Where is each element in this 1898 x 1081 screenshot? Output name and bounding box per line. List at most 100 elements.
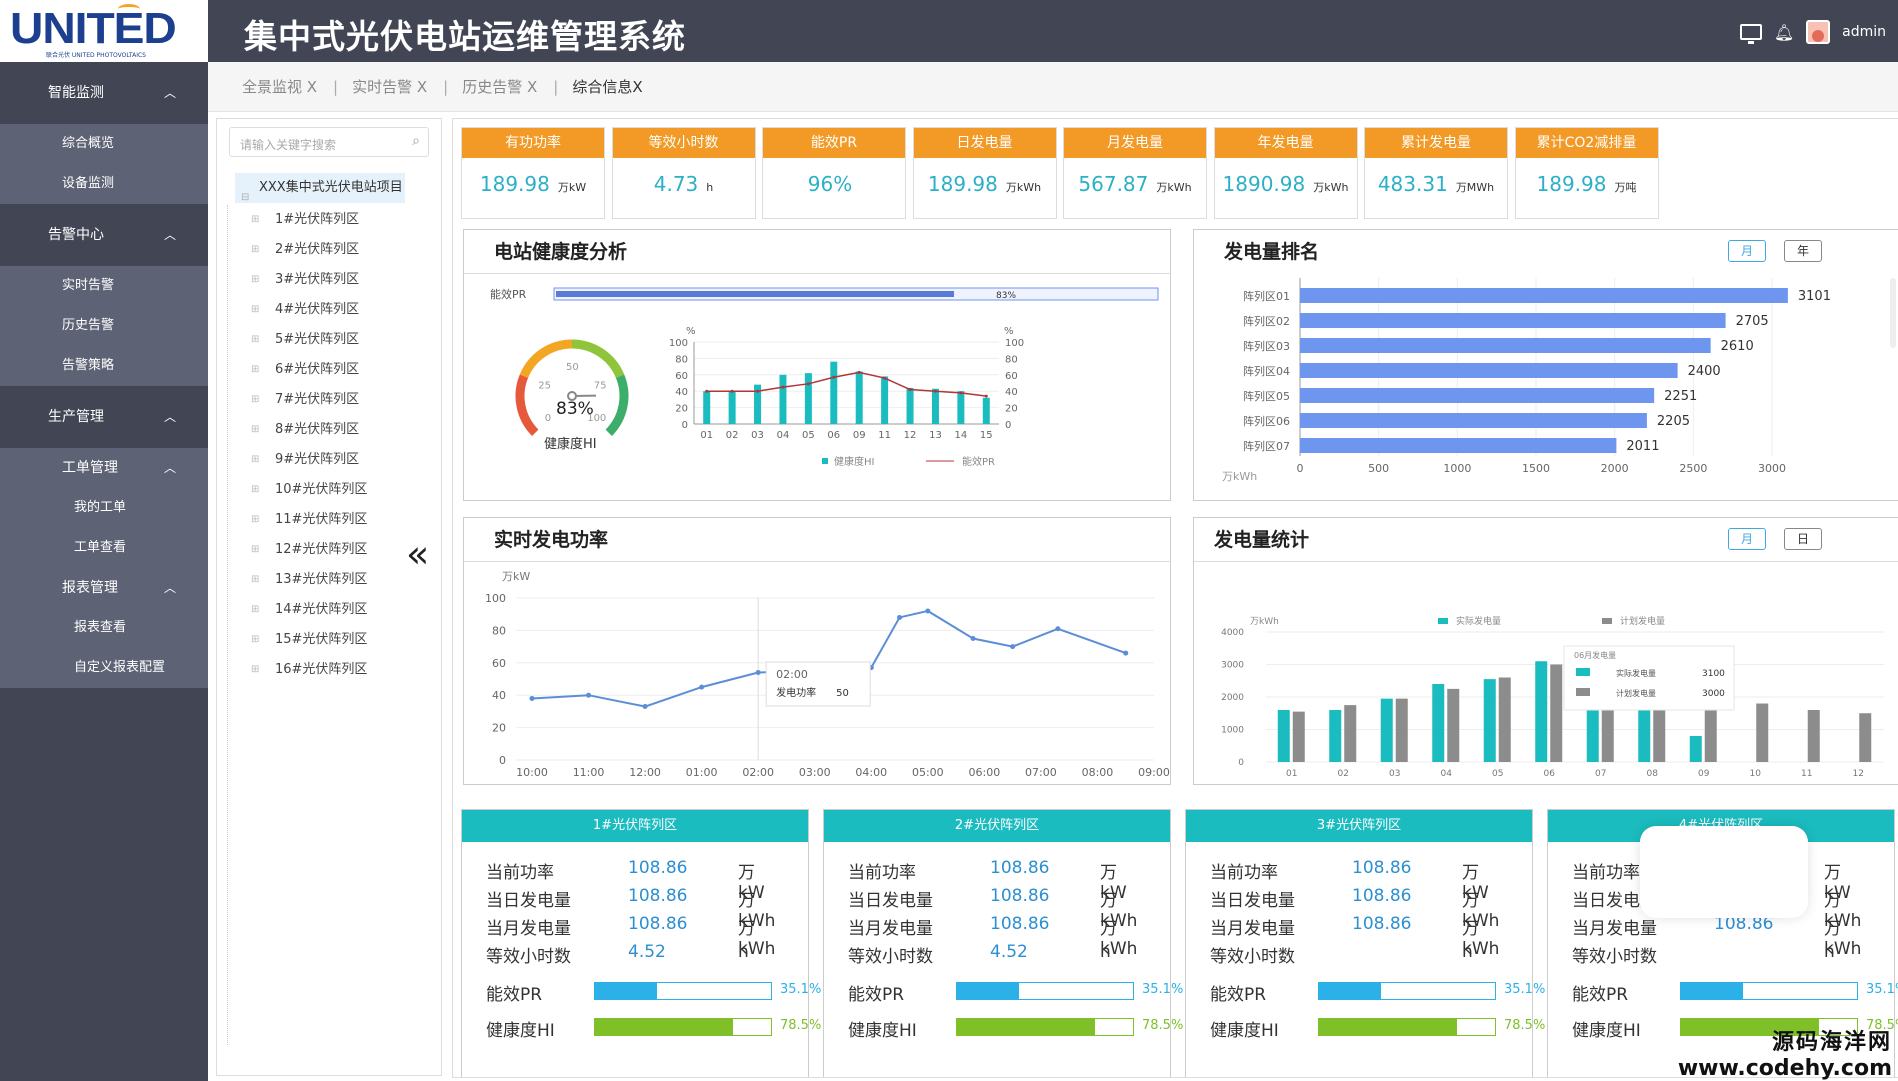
y-tick: 20 [492,722,506,735]
plan-bar [1344,705,1357,762]
expand-icon[interactable]: ⊞ [251,265,259,295]
y-tick: 80 [492,624,506,637]
tree-item[interactable]: ⊞ 14#光伏阵列区 [247,595,437,625]
nav-item-history-alarm[interactable]: 历史告警 [0,306,208,346]
tree-item-label: 2#光伏阵列区 [275,242,360,257]
tree-root[interactable]: ⊟ XXX集中式光伏电站项目 [235,173,405,203]
nav-item-view-workorder[interactable]: 工单查看 [0,528,208,568]
pr-point [730,389,734,393]
year-toggle[interactable]: 年 [1784,240,1822,262]
expand-icon[interactable]: ⊞ [251,205,259,235]
month-toggle[interactable]: 月 [1728,240,1766,262]
tree-item[interactable]: ⊞ 4#光伏阵列区 [247,295,437,325]
tree-item-label: 14#光伏阵列区 [275,602,368,617]
legend-pr: 能效PR [962,455,995,468]
tree-item[interactable]: ⊞ 6#光伏阵列区 [247,355,437,385]
nav-group-production[interactable]: 生产管理 ︿ [0,386,208,448]
collapse-panel-icon[interactable]: « [406,532,429,576]
pr-point [806,382,810,386]
bar-label: 2011 [1626,439,1659,454]
tree-item[interactable]: ⊞ 11#光伏阵列区 [247,505,437,535]
expand-icon[interactable]: ⊞ [251,355,259,385]
month-toggle[interactable]: 月 [1728,528,1766,550]
nav-item-custom-report[interactable]: 自定义报表配置 [0,648,208,688]
y-tick: 100 [669,338,688,349]
bell-icon[interactable]: 🔔︎ [1774,23,1794,42]
row-value: 108.86 [1352,886,1412,906]
tree-item[interactable]: ⊞ 3#光伏阵列区 [247,265,437,295]
expand-icon[interactable]: ⊞ [251,325,259,355]
search-input[interactable]: 请输入关键字搜索 ⌕ [229,127,429,157]
day-toggle[interactable]: 日 [1784,528,1822,550]
expand-icon[interactable]: ⊞ [251,385,259,415]
x-tick: 01 [700,430,713,441]
tab-realtime-alarm[interactable]: 实时告警 X [352,76,427,97]
tree-item[interactable]: ⊞ 7#光伏阵列区 [247,385,437,415]
expand-icon[interactable]: ⊞ [251,235,259,265]
pr-percent: 35.1% [780,982,822,997]
nav-group-monitoring[interactable]: 智能监测 ︿ [0,62,208,124]
nav-group-alarm[interactable]: 告警中心 ︿ [0,204,208,266]
power-point [1010,644,1016,650]
tree-item[interactable]: ⊞ 15#光伏阵列区 [247,625,437,655]
row-label: 当前功率 [1210,863,1278,883]
tree-item[interactable]: ⊞ 9#光伏阵列区 [247,445,437,475]
kpi-value-row: 189.98 万kWh [914,172,1056,196]
tree-item[interactable]: ⊞ 5#光伏阵列区 [247,325,437,355]
gauge-tick: 0 [545,413,551,424]
nav-subgroup-report[interactable]: 报表管理 ︿ [0,568,208,608]
nav-item-my-workorder[interactable]: 我的工单 [0,488,208,528]
sidebar: UNITED 联合光伏 UNITED PHOTOVOLTAICS 智能监测 ︿ 综… [0,0,208,1081]
tree-item[interactable]: ⊞ 10#光伏阵列区 [247,475,437,505]
array-card: 2#光伏阵列区 当前功率 108.86 万kW 当日发电量 108.86 万kWh 当月发电量… [823,809,1183,1077]
nav-item-view-report[interactable]: 报表查看 [0,608,208,648]
nav-subgroup-workorder[interactable]: 工单管理 ︿ [0,448,208,488]
search-icon[interactable]: ⌕ [412,133,420,149]
ranking-panel: 发电量排名 月 年 0 500 1000 1500 2000 2500 3000 阵列区01 3… [1193,229,1898,501]
expand-icon[interactable]: ⊞ [251,415,259,445]
expand-icon[interactable]: ⊞ [251,475,259,505]
card-row-day: 当日发电量 108.86 万kWh [1210,886,1499,931]
header: 集中式光伏电站运维管理系统 🔔︎ admin [208,0,1898,62]
tab-overview-info[interactable]: 综合信息X [572,76,642,97]
row-label: 当月发电量 [486,919,571,939]
chevron-up-icon: ︿ [163,86,176,100]
avatar[interactable] [1806,20,1831,44]
expand-icon[interactable]: ⊞ [251,625,259,655]
tree-item[interactable]: ⊞ 8#光伏阵列区 [247,415,437,445]
expand-icon[interactable]: ⊞ [251,565,259,595]
power-point [925,608,931,614]
x-tick: 04 [1441,769,1453,779]
tree-item[interactable]: ⊞ 1#光伏阵列区 [247,205,437,235]
tab-history-alarm[interactable]: 历史告警 X [462,76,537,97]
header-actions: 🔔︎ admin [1739,18,1886,46]
expand-icon[interactable]: ⊞ [251,445,259,475]
x-tick: 04:00 [855,766,887,779]
tooltip-swatch [1576,668,1590,676]
username[interactable]: admin [1842,24,1886,40]
row-label: 健康度HI [486,1021,555,1041]
array-card: 1#光伏阵列区 当前功率 108.86 万kW 当日发电量 108.86 万kWh 当月发电量… [461,809,821,1077]
legend-swatch [1438,618,1448,624]
card-row-power: 当前功率 108.86 万kW [848,858,1127,903]
nav-item-device[interactable]: 设备监测 [0,164,208,204]
tree-item[interactable]: ⊞ 2#光伏阵列区 [247,235,437,265]
expand-icon[interactable]: ⊞ [251,295,259,325]
bar-label: 2400 [1688,364,1721,379]
x-tick: 03 [751,430,764,441]
expand-icon[interactable]: ⊞ [251,505,259,535]
expand-icon[interactable]: ⊞ [251,655,259,685]
nav-item-overview[interactable]: 综合概览 [0,124,208,164]
kpi-label: 累计CO2减排量 [1515,128,1658,158]
app-title: 集中式光伏电站运维管理系统 [244,18,686,55]
tree-item[interactable]: ⊞ 16#光伏阵列区 [247,655,437,685]
nav-item-realtime-alarm[interactable]: 实时告警 [0,266,208,306]
tab-panorama[interactable]: 全景监视 X [242,76,317,97]
kpi-label: 月发电量 [1064,128,1206,158]
tooltip-swatch [1576,688,1590,696]
monitor-icon[interactable] [1739,24,1762,44]
kpi-value-row: 189.98 万吨 [1516,172,1658,196]
expand-icon[interactable]: ⊞ [251,595,259,625]
nav-item-alarm-policy[interactable]: 告警策略 [0,346,208,386]
expand-icon[interactable]: ⊞ [251,535,259,565]
